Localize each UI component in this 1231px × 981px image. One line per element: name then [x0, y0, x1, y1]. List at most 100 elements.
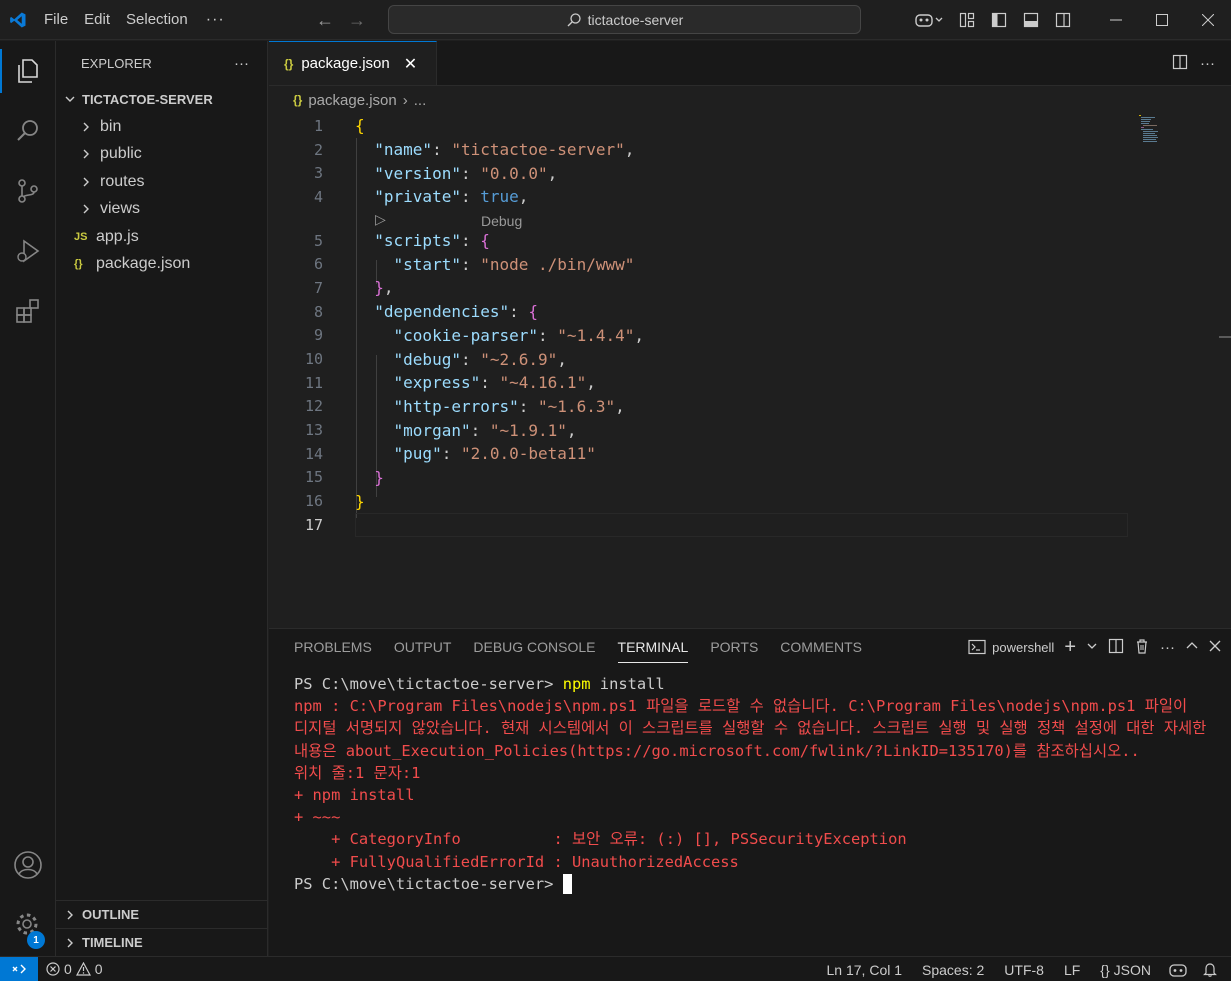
maximize-window-icon[interactable] — [1139, 0, 1185, 40]
kill-terminal-trash-icon[interactable] — [1134, 638, 1150, 657]
chevron-down-icon — [62, 93, 78, 105]
activity-bar: 1 — [0, 41, 56, 956]
notifications-bell-icon[interactable] — [1195, 962, 1225, 977]
tab-ports[interactable]: PORTS — [699, 629, 769, 665]
vscode-logo-icon — [0, 0, 36, 40]
explorer-item-label: public — [100, 145, 142, 163]
minimap[interactable] — [1137, 114, 1167, 144]
code-line-current: 17 — [269, 512, 1231, 537]
command-center-search[interactable]: tictactoe-server — [388, 5, 861, 34]
explorer-item-bin[interactable]: bin — [56, 113, 267, 141]
code-line: 16} — [304, 491, 365, 511]
tab-problems[interactable]: PROBLEMS — [283, 629, 383, 665]
javascript-file-icon: JS — [74, 230, 88, 243]
terminal-shell-selector[interactable]: powershell — [968, 639, 1054, 655]
terminal-error-line: + npm install — [294, 786, 415, 805]
problems-status[interactable]: 0 0 — [38, 961, 111, 977]
timeline-label: TIMELINE — [82, 935, 143, 950]
editor-tabs: {} package.json ✕ ··· — [269, 41, 1231, 86]
breadcrumb-more[interactable]: ... — [414, 92, 427, 109]
language-label: JSON — [1113, 961, 1151, 978]
source-control-icon[interactable] — [0, 161, 56, 221]
remote-indicator-icon[interactable] — [0, 956, 38, 981]
forward-arrow-icon[interactable]: → — [348, 10, 366, 31]
code-line: 11 "express": "~4.16.1", — [304, 373, 596, 393]
toggle-secondary-sidebar-icon[interactable] — [1047, 0, 1079, 40]
code-line: 10 "debug": "~2.6.9", — [304, 349, 567, 369]
customize-layout-icon[interactable] — [951, 0, 983, 40]
menu-more-button[interactable]: ··· — [196, 11, 235, 29]
copilot-status-icon[interactable] — [1161, 963, 1195, 977]
explorer-item-public[interactable]: public — [56, 141, 267, 169]
copilot-icon[interactable] — [907, 0, 951, 40]
workspace-root-folder[interactable]: TICTACTOE-SERVER — [56, 85, 267, 113]
explorer-item-label: routes — [100, 172, 145, 190]
code-line: 13 "morgan": "~1.9.1", — [304, 420, 577, 440]
new-terminal-plus-icon[interactable]: + — [1064, 636, 1076, 659]
terminal-error-line: + FullyQualifiedErrorId : UnauthorizedAc… — [294, 852, 739, 871]
timeline-section[interactable]: TIMELINE — [56, 928, 268, 956]
outline-label: OUTLINE — [82, 907, 140, 922]
indentation[interactable]: Spaces: 2 — [912, 962, 994, 978]
editor-area: {} package.json ✕ ··· {} package.json › … — [269, 41, 1231, 628]
back-arrow-icon[interactable]: ← — [316, 10, 334, 31]
tab-debug-console[interactable]: DEBUG CONSOLE — [462, 629, 606, 665]
accounts-icon[interactable] — [0, 835, 56, 895]
close-panel-icon[interactable] — [1209, 639, 1221, 655]
explorer-sidebar: EXPLORER ··· TICTACTOE-SERVER bin public r… — [56, 41, 268, 956]
workspace-root-label: TICTACTOE-SERVER — [82, 91, 213, 107]
explorer-item-views[interactable]: views — [56, 196, 267, 224]
split-editor-icon[interactable] — [1172, 54, 1188, 73]
error-icon — [46, 962, 60, 976]
tab-comments[interactable]: COMMENTS — [769, 629, 873, 665]
code-line: 2 "name": "tictactoe-server", — [313, 140, 635, 160]
chevron-down-icon[interactable] — [1086, 639, 1098, 655]
menu-edit[interactable]: Edit — [76, 0, 118, 40]
outline-section[interactable]: OUTLINE — [56, 900, 268, 928]
toggle-primary-sidebar-icon[interactable] — [983, 0, 1015, 40]
menu-selection[interactable]: Selection — [118, 0, 196, 40]
warning-icon — [75, 962, 91, 976]
debug-codelens[interactable]: ▷ Debug — [269, 209, 1231, 229]
code-line: 9 "cookie-parser": "~1.4.4", — [313, 325, 644, 345]
encoding[interactable]: UTF-8 — [994, 962, 1054, 978]
json-braces-icon: {} — [1100, 961, 1110, 978]
explorer-item-package-json[interactable]: {} package.json — [56, 251, 267, 279]
breadcrumb-file[interactable]: package.json — [308, 92, 396, 109]
explorer-item-routes[interactable]: routes — [56, 168, 267, 196]
toggle-panel-icon[interactable] — [1015, 0, 1047, 40]
tab-package-json[interactable]: {} package.json ✕ — [269, 41, 437, 85]
editor-scrollbar[interactable] — [1217, 114, 1231, 628]
cursor-position[interactable]: Ln 17, Col 1 — [817, 962, 913, 978]
tab-terminal[interactable]: TERMINAL — [607, 629, 700, 665]
terminal-error-line: + CategoryInfo : 보안 오류: (:) [], PSSecuri… — [294, 830, 907, 849]
explorer-item-label: views — [100, 200, 141, 218]
close-window-icon[interactable] — [1185, 0, 1231, 40]
editor-more-button[interactable]: ··· — [1200, 55, 1215, 72]
panel-more-button[interactable]: ··· — [1160, 639, 1175, 656]
run-and-debug-icon[interactable] — [0, 221, 56, 281]
explorer-more-button[interactable]: ··· — [234, 55, 249, 72]
explorer-item-app-js[interactable]: JS app.js — [56, 223, 267, 251]
terminal-error-line: 위치 줄:1 문자:1 — [294, 763, 421, 782]
minimize-window-icon[interactable] — [1093, 0, 1139, 40]
menu-file[interactable]: File — [36, 0, 76, 40]
json-file-icon: {} — [293, 93, 303, 107]
terminal-error-message: npm : C:\Program Files\nodejs\npm.ps1 파일… — [294, 697, 1216, 760]
close-tab-icon[interactable]: ✕ — [404, 54, 417, 74]
tab-output[interactable]: OUTPUT — [383, 629, 463, 665]
code-editor[interactable]: 1{ 2 "name": "tictactoe-server", 3 "vers… — [269, 114, 1231, 537]
manage-gear-icon[interactable]: 1 — [0, 895, 56, 955]
extensions-icon[interactable] — [0, 281, 56, 341]
search-view-icon[interactable] — [0, 101, 56, 161]
explorer-icon[interactable] — [0, 41, 56, 101]
shell-label: powershell — [992, 639, 1055, 655]
split-terminal-icon[interactable] — [1108, 638, 1124, 657]
terminal-prompt: PS C:\move\tictactoe-server> — [294, 675, 563, 693]
end-of-line[interactable]: LF — [1054, 962, 1090, 978]
terminal-output[interactable]: PS C:\move\tictactoe-server> npm install… — [294, 673, 1209, 895]
terminal-error-line: + ~~~ — [294, 808, 341, 827]
maximize-panel-chevron-up-icon[interactable] — [1185, 639, 1199, 656]
language-mode[interactable]: {} JSON — [1090, 962, 1161, 978]
explorer-item-label: package.json — [96, 255, 191, 273]
